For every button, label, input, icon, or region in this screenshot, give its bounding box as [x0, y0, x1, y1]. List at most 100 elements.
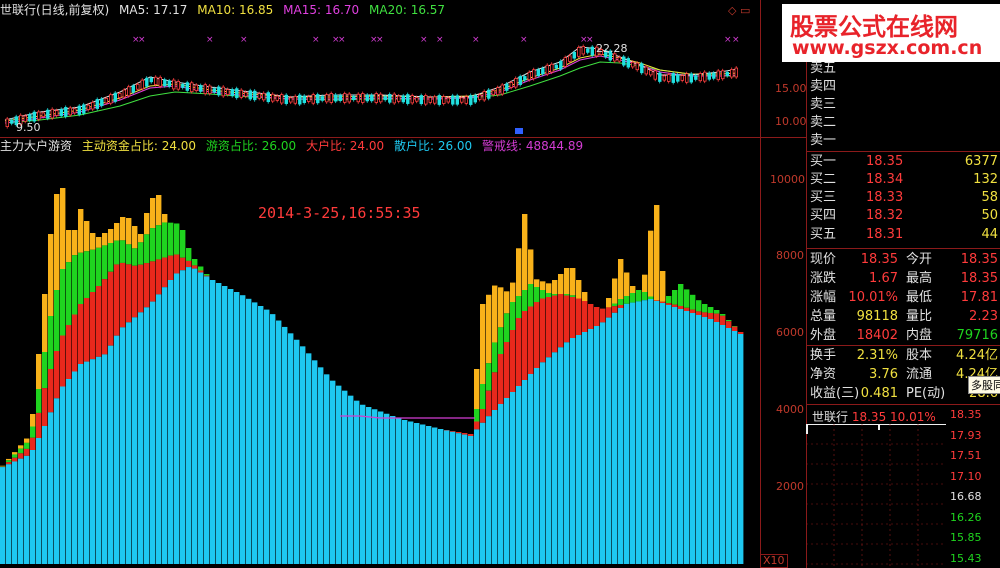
- candle-body: [28, 114, 32, 122]
- candle-body: [154, 76, 158, 85]
- flow-bar-hot-money: [504, 313, 510, 342]
- flow-bar-big: [72, 314, 78, 372]
- flow-bar-hot: [60, 188, 66, 269]
- flow-bar-big: [0, 466, 6, 468]
- candle-body: [451, 95, 455, 105]
- flow-bar-big: [738, 332, 744, 334]
- sell-row[interactable]: 卖五: [808, 60, 1000, 78]
- quote-label: 涨幅: [810, 290, 837, 305]
- ma20-label: MA20: 16.57: [369, 3, 446, 17]
- main-ratio-label: 主动资金占比: 24.00: [81, 139, 197, 153]
- flow-bar-hot-money: [702, 304, 708, 313]
- flow-bar-retail: [450, 431, 456, 564]
- flow-bar-retail: [504, 398, 510, 564]
- candle-body: [388, 94, 392, 103]
- buy-row[interactable]: 买一 18.35 6377: [808, 153, 1000, 171]
- flow-bar-hot: [156, 195, 162, 226]
- scale-button[interactable]: X10: [760, 554, 788, 568]
- candle-body: [280, 94, 284, 104]
- flow-bar-big: [204, 275, 210, 277]
- candle-body: [311, 94, 315, 104]
- candle-body: [496, 87, 500, 96]
- flow-bar-big: [588, 304, 594, 329]
- flow-bar-big: [504, 342, 510, 398]
- flow-bar-big: [522, 311, 528, 380]
- flow-bar-hot: [612, 278, 618, 304]
- candle-body: [95, 99, 99, 109]
- flow-bar-hot: [138, 234, 144, 243]
- flow-bar-retail: [654, 301, 660, 564]
- flow-bar-retail: [720, 325, 726, 564]
- flow-bar-retail: [576, 335, 582, 564]
- stock-title[interactable]: 世联行(日线,前复权): [0, 3, 109, 17]
- flow-bar-hot-money: [60, 269, 66, 336]
- flow-bar-hot-money: [684, 289, 690, 308]
- buy-price: 18.35: [866, 154, 904, 169]
- flow-bar-big: [720, 315, 726, 325]
- period-marker: [515, 128, 523, 134]
- flow-bar-retail: [180, 270, 186, 564]
- flow-bar-hot-money: [18, 448, 24, 454]
- flow-bar-retail: [636, 301, 642, 564]
- candle-body: [298, 94, 302, 105]
- quote-label: 净资: [810, 367, 837, 382]
- quote-label: 内盘: [906, 328, 933, 343]
- flow-bar-hot: [552, 280, 558, 294]
- buy-row[interactable]: 买二 18.34 132: [808, 171, 1000, 189]
- flow-bar-hot-money: [120, 240, 126, 263]
- quote-row: 涨幅 10.01% 最低 17.81: [808, 288, 1000, 307]
- candle-body: [284, 94, 288, 104]
- flow-bar-hot: [162, 214, 168, 223]
- header-icons[interactable]: ◇ ▭: [728, 4, 750, 17]
- flow-bar-retail: [210, 280, 216, 564]
- flow-bar-retail: [702, 317, 708, 564]
- candle-body: [217, 86, 221, 96]
- candle-body: [37, 111, 41, 120]
- flow-bar-retail: [510, 392, 516, 564]
- flow-bar-hot: [54, 194, 60, 290]
- flow-bar-retail: [480, 422, 486, 564]
- flow-bar-retail: [648, 299, 654, 564]
- buy-row[interactable]: 买四 18.32 50: [808, 207, 1000, 225]
- flow-bar-hot-money: [540, 290, 546, 299]
- sell-row[interactable]: 卖一: [808, 132, 1000, 150]
- flow-bar-hot-money: [570, 295, 576, 297]
- flow-bar-hot: [576, 280, 582, 299]
- flow-bar-retail: [492, 410, 498, 564]
- watermark-logo: 股票公式在线网 www.gszx.com.cn: [782, 4, 1000, 62]
- flow-bar-retail: [414, 423, 420, 564]
- sell-row[interactable]: 卖二: [808, 114, 1000, 132]
- candle-body: [730, 69, 734, 78]
- quote-label: 涨跌: [810, 271, 837, 286]
- candle-body: [46, 109, 50, 119]
- flow-bar-big: [594, 307, 600, 326]
- candle-body: [626, 58, 630, 68]
- mini-intraday-chart[interactable]: [806, 424, 946, 568]
- signal-marker: ×: [732, 35, 740, 45]
- sell-row[interactable]: 卖三: [808, 96, 1000, 114]
- flow-bar-retail: [432, 427, 438, 564]
- multi-stock-tooltip[interactable]: 多股同列: [968, 376, 1000, 394]
- flow-bar-big: [558, 294, 564, 348]
- candle-body: [397, 95, 401, 102]
- flow-bar-retail: [462, 434, 468, 564]
- retail-ratio-label: 散户比: 26.00: [393, 139, 473, 153]
- flow-bar-retail: [132, 317, 138, 564]
- flow-bar-big: [486, 390, 492, 417]
- flow-bar-big: [714, 313, 720, 322]
- quote-label: 最低: [906, 290, 933, 305]
- candle-body: [109, 94, 113, 104]
- buy-row[interactable]: 买五 18.31 44: [808, 226, 1000, 244]
- sell-row[interactable]: 卖四: [808, 78, 1000, 96]
- candle-body: [577, 47, 581, 57]
- indicator-name[interactable]: 主力大户游资: [0, 139, 72, 153]
- buy-row[interactable]: 买三 18.33 58: [808, 189, 1000, 207]
- candle-body: [554, 64, 558, 69]
- price-kline-chart[interactable]: ×× × × × ×× ×× × × × × ×× × ×: [0, 20, 760, 137]
- flow-bar-big: [654, 300, 660, 301]
- candle-body: [662, 75, 666, 81]
- flow-bar-hot: [630, 286, 636, 293]
- flow-bar-big: [678, 306, 684, 309]
- candle-body: [212, 88, 216, 93]
- flow-bar-retail: [564, 342, 570, 564]
